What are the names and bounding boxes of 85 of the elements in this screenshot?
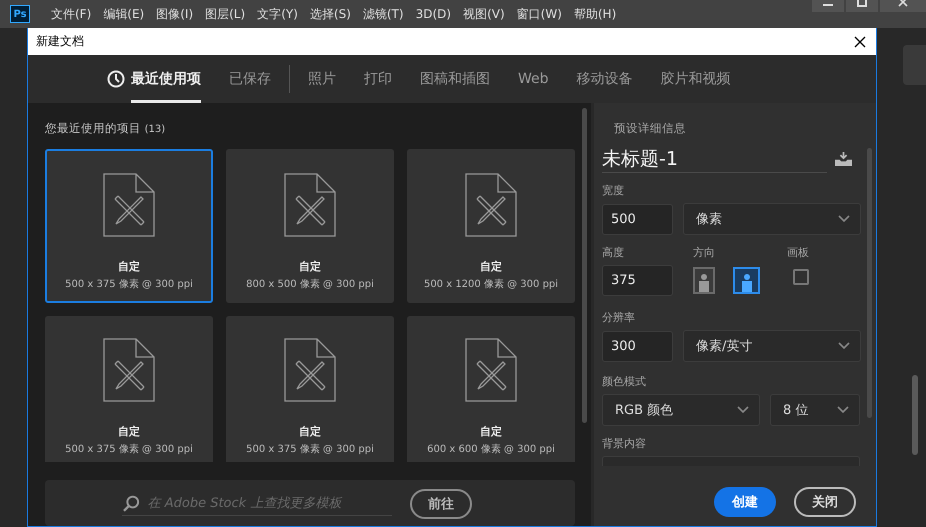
menu-item[interactable]: 选择(S) [304,6,357,22]
chevron-down-icon [837,406,849,414]
search-icon [122,494,140,512]
menu-item[interactable]: 窗口(W) [510,6,568,22]
dialog-title: 新建文档 [36,33,84,50]
tab[interactable]: 移动设备 [564,55,645,103]
person-icon [698,273,710,292]
preset-size: 500 x 375 像素 @ 300 ppi [65,442,193,456]
field-label: 颜色模式 [602,374,647,389]
chevron-down-icon [838,215,850,223]
tab[interactable]: Web [506,55,561,103]
close-button[interactable] [852,34,868,50]
tab[interactable]: 图稿和插图 [408,55,502,103]
preset-name: 自定 [118,259,140,274]
chevron-down-icon [737,406,749,414]
preset-name: 自定 [480,259,502,274]
width-field[interactable]: 500 [602,204,673,234]
document-ruler-pencil-icon [465,173,517,237]
tab[interactable]: 最近使用项 [95,55,213,103]
close-icon [898,0,908,7]
preset-name: 自定 [480,424,502,439]
save-preset-icon [835,150,852,168]
preset-card[interactable]: 自定 500 x 375 像素 @ 300 ppi [226,316,394,462]
close-icon [852,34,868,50]
field-label: 画板 [787,245,810,260]
tab[interactable]: 胶片和视频 [648,55,743,103]
menu-item[interactable]: 3D(D) [410,7,458,21]
field-label: 分辨率 [602,310,636,325]
app-logo: Ps [10,5,30,23]
close-dialog-button[interactable]: 关闭 [794,487,856,517]
maximize-icon [857,0,867,7]
preset-card[interactable]: 自定 500 x 375 像素 @ 300 ppi [45,149,213,303]
preset-name: 自定 [299,424,321,439]
go-button[interactable]: 前往 [410,489,472,519]
document-ruler-pencil-icon [284,173,336,237]
document-name-field[interactable]: 未标题-1 [602,148,827,173]
menu-item[interactable]: 文件(F) [45,6,98,22]
resolution-unit-dropdown[interactable]: 像素/英寸 [683,330,861,362]
scrollbar[interactable] [912,375,918,455]
preset-size: 500 x 375 像素 @ 300 ppi [65,278,193,291]
preset-size: 500 x 375 像素 @ 300 ppi [246,442,374,456]
tab[interactable]: 照片 [296,55,348,103]
bit-depth-dropdown[interactable]: 8 位 [770,394,860,426]
menu-item[interactable]: 编辑(E) [97,6,150,22]
preset-card[interactable]: 自定 500 x 1200 像素 @ 300 ppi [407,149,575,303]
menu-item[interactable]: 图像(I) [150,6,200,22]
document-ruler-pencil-icon [103,173,155,237]
menu-item[interactable]: 图层(L) [199,6,252,22]
preset-card[interactable]: 自定 800 x 500 像素 @ 300 ppi [226,149,394,303]
tab[interactable]: 打印 [352,55,404,103]
scrollbar[interactable] [582,108,587,423]
menu-item[interactable]: 视图(V) [457,6,511,22]
menu-item[interactable]: 文字(Y) [251,6,304,22]
menu-item[interactable]: 滤镜(T) [356,6,410,22]
section-title: 您最近使用的项目 (13) [45,121,166,136]
preset-name: 自定 [299,259,321,274]
portrait-button[interactable] [693,267,715,294]
color-mode-dropdown[interactable]: RGB 颜色 [602,394,760,426]
document-ruler-pencil-icon [103,338,155,402]
preset-name: 自定 [118,424,140,439]
search-field[interactable]: 在 Adobe Stock 上查找更多模板 [122,492,392,516]
document-ruler-pencil-icon [284,338,336,402]
clock-icon [107,70,125,88]
unit-dropdown[interactable]: 像素 [683,203,861,235]
preset-card[interactable]: 自定 500 x 375 像素 @ 300 ppi [45,316,213,462]
scrollbar[interactable] [867,148,872,418]
preset-size: 600 x 600 像素 @ 300 ppi [427,442,555,456]
preset-size: 800 x 500 像素 @ 300 ppi [246,278,374,291]
preset-size: 500 x 1200 像素 @ 300 ppi [424,278,558,291]
landscape-button[interactable] [733,267,760,294]
field-label: 宽度 [602,183,625,198]
person-icon [740,273,752,292]
menu-item[interactable]: 帮助(H) [568,6,622,22]
create-button[interactable]: 创建 [714,487,776,517]
resolution-field[interactable]: 300 [602,330,673,362]
field-label: 方向 [693,245,716,260]
tab[interactable]: 已保存 [217,55,283,103]
field-label: 高度 [602,245,625,260]
document-ruler-pencil-icon [465,338,517,402]
chevron-down-icon [838,342,850,350]
preset-card[interactable]: 自定 600 x 600 像素 @ 300 ppi [407,316,575,462]
height-field[interactable]: 375 [602,265,673,296]
field-label: 背景内容 [602,436,647,451]
artboard-checkbox[interactable] [793,269,809,285]
panel-title: 预设详细信息 [613,121,687,136]
